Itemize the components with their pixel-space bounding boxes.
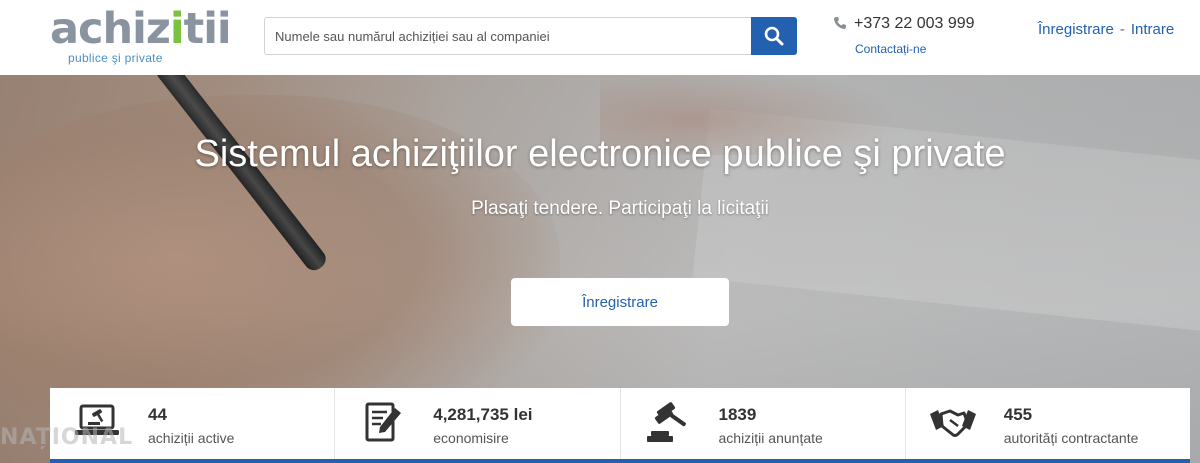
hero-subtitle: Plasaţi tendere. Participaţi la licitaţi…: [471, 198, 769, 219]
stat-announced-procurements[interactable]: 1839 achiziții anunțate: [621, 388, 906, 459]
site-header: achizitii publice şi private +373 22 003…: [0, 0, 1200, 75]
stat-value: 455: [1003, 405, 1033, 424]
phone-number[interactable]: +373 22 003 999: [854, 15, 975, 33]
stat-contracting-authorities[interactable]: 455 autorități contractante: [906, 388, 1190, 459]
auth-links: Înregistrare - Intrare: [1038, 21, 1174, 38]
hero-register-button[interactable]: Înregistrare: [511, 278, 729, 326]
watermark: NAȚIONAL: [0, 425, 134, 450]
logo-wordmark: achizitii: [50, 4, 232, 54]
stat-value: 44: [148, 405, 167, 424]
stat-label: autorități contractante: [1003, 430, 1139, 446]
auth-separator: -: [1119, 21, 1125, 38]
stat-label: achiziții active: [148, 430, 235, 446]
stats-bar: 44 achiziții active 4,281,735 lei econom…: [50, 388, 1190, 463]
login-link[interactable]: Intrare: [1131, 21, 1174, 38]
search-box: [264, 17, 797, 55]
logo-tagline: publice şi private: [68, 51, 163, 65]
hero-title: Sistemul achiziţiilor electronice public…: [194, 133, 1006, 175]
phone-icon: [834, 17, 846, 29]
stat-value: 4,281,735 lei: [433, 405, 533, 424]
stat-value: 1839: [718, 405, 757, 424]
contact-link[interactable]: Contactați-ne: [855, 42, 926, 56]
stat-label: economisire: [433, 430, 509, 446]
document-edit-icon: [365, 402, 402, 442]
register-link[interactable]: Înregistrare: [1038, 21, 1114, 38]
handshake-icon: [929, 409, 976, 437]
search-input[interactable]: [265, 18, 753, 54]
search-icon: [764, 26, 784, 46]
site-logo[interactable]: achizitii publice şi private: [50, 4, 235, 66]
stat-savings[interactable]: 4,281,735 lei economisire: [335, 388, 621, 459]
search-button[interactable]: [751, 17, 797, 55]
gavel-icon: [646, 402, 686, 442]
stat-label: achiziții anunțate: [718, 430, 823, 446]
